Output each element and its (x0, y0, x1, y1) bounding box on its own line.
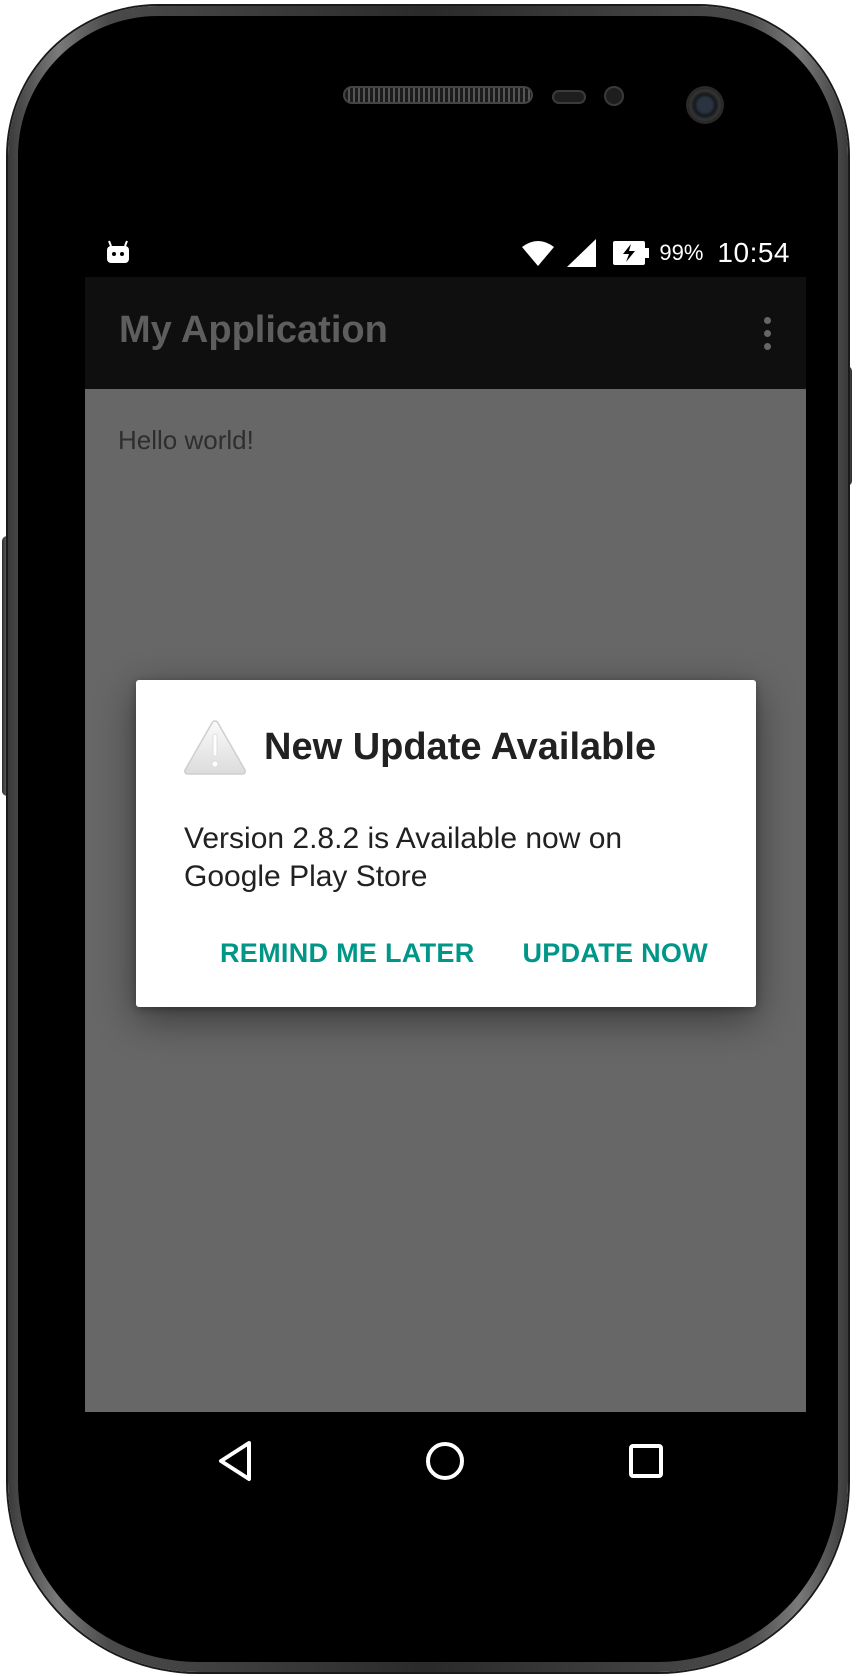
status-clock: 10:54 (717, 237, 790, 268)
wifi-icon (521, 239, 555, 267)
front-camera (688, 88, 722, 122)
warning-icon (183, 718, 247, 776)
proximity-sensor (552, 90, 586, 104)
phone-frame: 99% 10:54 My Application Hello world! Ne… (2, 6, 856, 1672)
light-sensor (604, 86, 624, 106)
dialog-message: Version 2.8.2 is Available now on Google… (184, 822, 623, 893)
cell-signal-icon (567, 239, 597, 267)
remind-me-later-button[interactable]: REMIND ME LATER (220, 938, 475, 969)
recents-icon[interactable] (618, 1436, 674, 1486)
earpiece-speaker (343, 86, 533, 104)
status-bar: 99% 10:54 (85, 229, 806, 277)
device-screen: 99% 10:54 My Application Hello world! Ne… (85, 229, 806, 1509)
android-notification-icon (105, 239, 131, 265)
hello-text: Hello world! (118, 425, 254, 455)
battery-charging-icon (613, 241, 650, 265)
phone-body: 99% 10:54 My Application Hello world! Ne… (18, 16, 838, 1662)
back-icon[interactable] (207, 1436, 263, 1486)
update-now-button[interactable]: UPDATE NOW (523, 938, 709, 969)
update-dialog: New Update Available Version 2.8.2 is Av… (136, 680, 756, 1007)
battery-percent: 99% (659, 240, 704, 265)
navigation-bar (85, 1412, 806, 1509)
app-title: My Application (119, 309, 388, 351)
dialog-title: New Update Available (264, 726, 657, 768)
home-icon[interactable] (417, 1436, 473, 1486)
dialog-actions: REMIND ME LATER UPDATE NOW (220, 938, 708, 969)
overflow-menu-icon[interactable] (752, 309, 782, 357)
app-bar: My Application (85, 277, 806, 389)
